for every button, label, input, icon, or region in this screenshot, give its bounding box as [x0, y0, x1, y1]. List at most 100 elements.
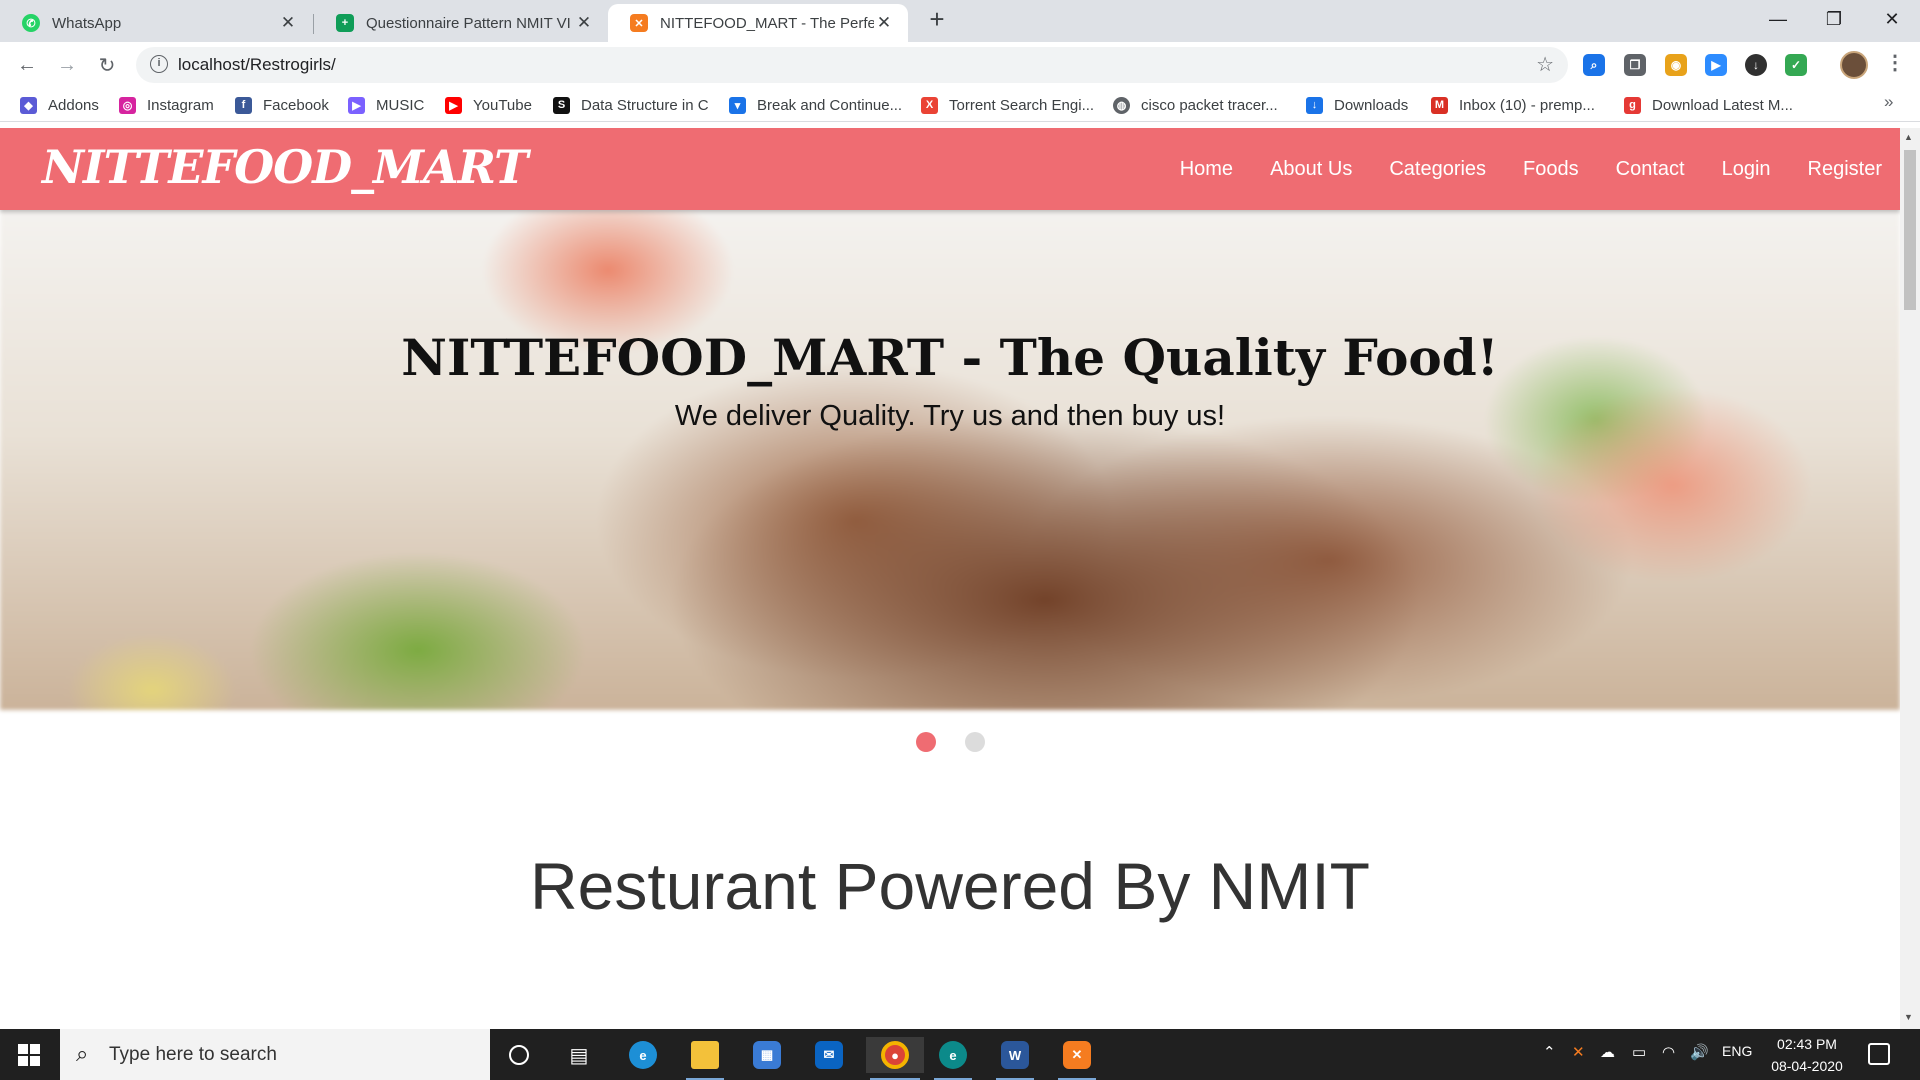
bookmark-label: Downloads — [1334, 96, 1409, 114]
bookmark-label: Torrent Search Engi... — [949, 96, 1095, 114]
scroll-up-icon[interactable]: ▲ — [1904, 132, 1913, 142]
maximize-button[interactable]: ❐ — [1806, 0, 1862, 38]
windows-start-icon[interactable] — [18, 1044, 40, 1066]
xampp-taskbar-icon[interactable]: ✕ — [1054, 1037, 1100, 1080]
language-indicator[interactable]: ENG — [1722, 1043, 1752, 1059]
word-icon[interactable]: W — [992, 1037, 1038, 1080]
edge-icon[interactable]: e — [620, 1037, 666, 1073]
bookmark-facebook[interactable]: f Facebook — [235, 93, 329, 117]
bookmark-break-continue[interactable]: ▾ Break and Continue... — [729, 93, 902, 117]
bookmark-cisco[interactable]: ◍ cisco packet tracer... — [1113, 93, 1278, 117]
extension-shield-icon[interactable]: ✓ — [1785, 54, 1807, 76]
bookmark-gmail[interactable]: M Inbox (10) - premp... — [1431, 93, 1595, 117]
bookmark-label: Instagram — [147, 96, 214, 114]
show-hidden-icons[interactable]: ⌃ — [1543, 1043, 1556, 1061]
bookmark-label: Break and Continue... — [757, 96, 903, 114]
close-tab-icon[interactable]: ✕ — [574, 13, 594, 33]
extension-search-icon[interactable]: ⌕ — [1583, 54, 1605, 76]
url-text[interactable]: localhost/Restrogirls/ — [178, 55, 336, 75]
xampp-tray-icon[interactable]: ✕ — [1572, 1043, 1585, 1061]
site-navbar: NITTEFOOD_MART Home About Us Categories … — [0, 128, 1900, 210]
gmail-icon: M — [1431, 96, 1448, 114]
store-icon[interactable]: ▦ — [744, 1037, 790, 1073]
bookmark-label: Inbox (10) - premp... — [1459, 96, 1595, 114]
bookmark-downloads[interactable]: ↓ Downloads — [1306, 93, 1408, 117]
close-window-button[interactable]: ✕ — [1864, 0, 1920, 38]
extension-download-icon[interactable]: ↓ — [1745, 54, 1767, 76]
mail-icon[interactable]: ✉ — [806, 1037, 852, 1073]
extension-tiger-icon[interactable]: ◉ — [1665, 54, 1687, 76]
tab-questionnaire[interactable]: + Questionnaire Pattern NMIT VI Se ✕ — [314, 4, 608, 42]
bookmark-star-icon[interactable]: ☆ — [1536, 52, 1554, 77]
bookmarks-bar: ◆ Addons ◎ Instagram f Facebook ▶ MUSIC ▶ You… — [0, 88, 1920, 122]
bookmark-label: Facebook — [263, 96, 329, 114]
task-view-icon[interactable]: ▤ — [556, 1037, 602, 1073]
taskbar-clock[interactable]: 02:43 PM 08-04-2020 — [1762, 1033, 1852, 1077]
profile-avatar[interactable] — [1840, 51, 1868, 79]
addons-icon: ◆ — [20, 96, 37, 114]
s-letter-icon: S — [553, 96, 570, 114]
nav-about-us[interactable]: About Us — [1270, 158, 1352, 181]
browser-menu-icon[interactable]: ⋮ — [1885, 50, 1905, 75]
site-brand-logo[interactable]: NITTEFOOD_MART — [42, 140, 528, 194]
carousel-dot-1[interactable] — [915, 732, 936, 752]
bookmark-youtube[interactable]: ▶ YouTube — [445, 93, 532, 117]
bookmark-addons[interactable]: ◆ Addons — [20, 93, 99, 117]
nav-login[interactable]: Login — [1722, 158, 1771, 181]
close-tab-icon[interactable]: ✕ — [874, 13, 894, 33]
scroll-down-icon[interactable]: ▼ — [1904, 1012, 1913, 1022]
volume-icon[interactable]: 🔊 — [1690, 1043, 1709, 1061]
extension-window-icon[interactable]: ❐ — [1624, 54, 1646, 76]
nav-register[interactable]: Register — [1808, 158, 1882, 181]
back-button[interactable]: ← — [10, 48, 44, 82]
funnel-icon: ▾ — [729, 96, 746, 114]
tab-title: WhatsApp — [52, 14, 122, 32]
edge-dev-icon[interactable]: e — [930, 1037, 976, 1080]
g-letter-icon: g — [1624, 96, 1641, 114]
nav-home[interactable]: Home — [1180, 158, 1233, 181]
page-scrollbar[interactable]: ▲ ▼ — [1900, 128, 1920, 1029]
site-info-icon[interactable]: i — [150, 55, 168, 73]
battery-icon[interactable]: ▭ — [1632, 1043, 1646, 1061]
action-center-icon[interactable] — [1868, 1043, 1890, 1065]
forward-button[interactable]: → — [50, 48, 84, 82]
bookmark-music[interactable]: ▶ MUSIC — [348, 93, 424, 117]
new-tab-button[interactable]: + — [923, 6, 951, 34]
site-nav: Home About Us Categories Foods Contact L… — [1143, 128, 1882, 210]
tab-nittefood[interactable]: ✕ NITTEFOOD_MART - The Perfect ✕ — [608, 4, 908, 42]
taskbar-search[interactable]: ⌕ Type here to search — [60, 1029, 490, 1080]
carousel-dot-2[interactable] — [964, 732, 985, 752]
reload-button[interactable]: ↻ — [90, 48, 124, 82]
close-tab-icon[interactable]: ✕ — [278, 13, 298, 33]
hero-subtitle: We deliver Quality. Try us and then buy … — [674, 400, 1226, 432]
bookmark-instagram[interactable]: ◎ Instagram — [119, 93, 214, 117]
chrome-icon[interactable]: ● — [866, 1037, 924, 1080]
nav-contact[interactable]: Contact — [1616, 158, 1685, 181]
minimize-button[interactable]: — — [1750, 0, 1806, 38]
carousel-indicators — [0, 732, 1900, 752]
nav-foods[interactable]: Foods — [1523, 158, 1579, 181]
bookmark-data-structure[interactable]: S Data Structure in C — [553, 93, 709, 117]
address-bar[interactable]: i localhost/Restrogirls/ ☆ — [136, 47, 1568, 83]
section-heading: Resturant Powered By NMIT — [530, 849, 1370, 923]
cloud-sync-icon[interactable]: ☁ — [1600, 1043, 1615, 1061]
bookmark-download-latest[interactable]: g Download Latest M... — [1624, 93, 1793, 117]
bookmarks-overflow-button[interactable]: » — [1884, 92, 1893, 112]
wifi-icon[interactable]: ◠ — [1662, 1043, 1675, 1061]
scrollbar-thumb[interactable] — [1904, 150, 1916, 310]
extension-zoom-icon[interactable]: ▶ — [1705, 54, 1727, 76]
search-placeholder[interactable]: Type here to search — [109, 1044, 277, 1066]
nav-categories[interactable]: Categories — [1389, 158, 1486, 181]
clock-date: 08-04-2020 — [1771, 1058, 1843, 1074]
xampp-icon: ✕ — [630, 14, 648, 32]
globe-icon: ◍ — [1113, 96, 1130, 114]
play-music-icon: ▶ — [348, 96, 365, 114]
tab-whatsapp[interactable]: ✆ WhatsApp ✕ — [0, 4, 312, 42]
bookmark-label: cisco packet tracer... — [1141, 96, 1278, 114]
file-explorer-icon[interactable] — [682, 1037, 728, 1080]
sheets-icon: + — [336, 14, 354, 32]
hero-title: NITTEFOOD_MART - The Quality Food! — [401, 328, 1499, 387]
cortana-icon[interactable] — [496, 1037, 542, 1073]
bookmark-torrent[interactable]: X Torrent Search Engi... — [921, 93, 1094, 117]
search-icon: ⌕ — [76, 1041, 89, 1066]
